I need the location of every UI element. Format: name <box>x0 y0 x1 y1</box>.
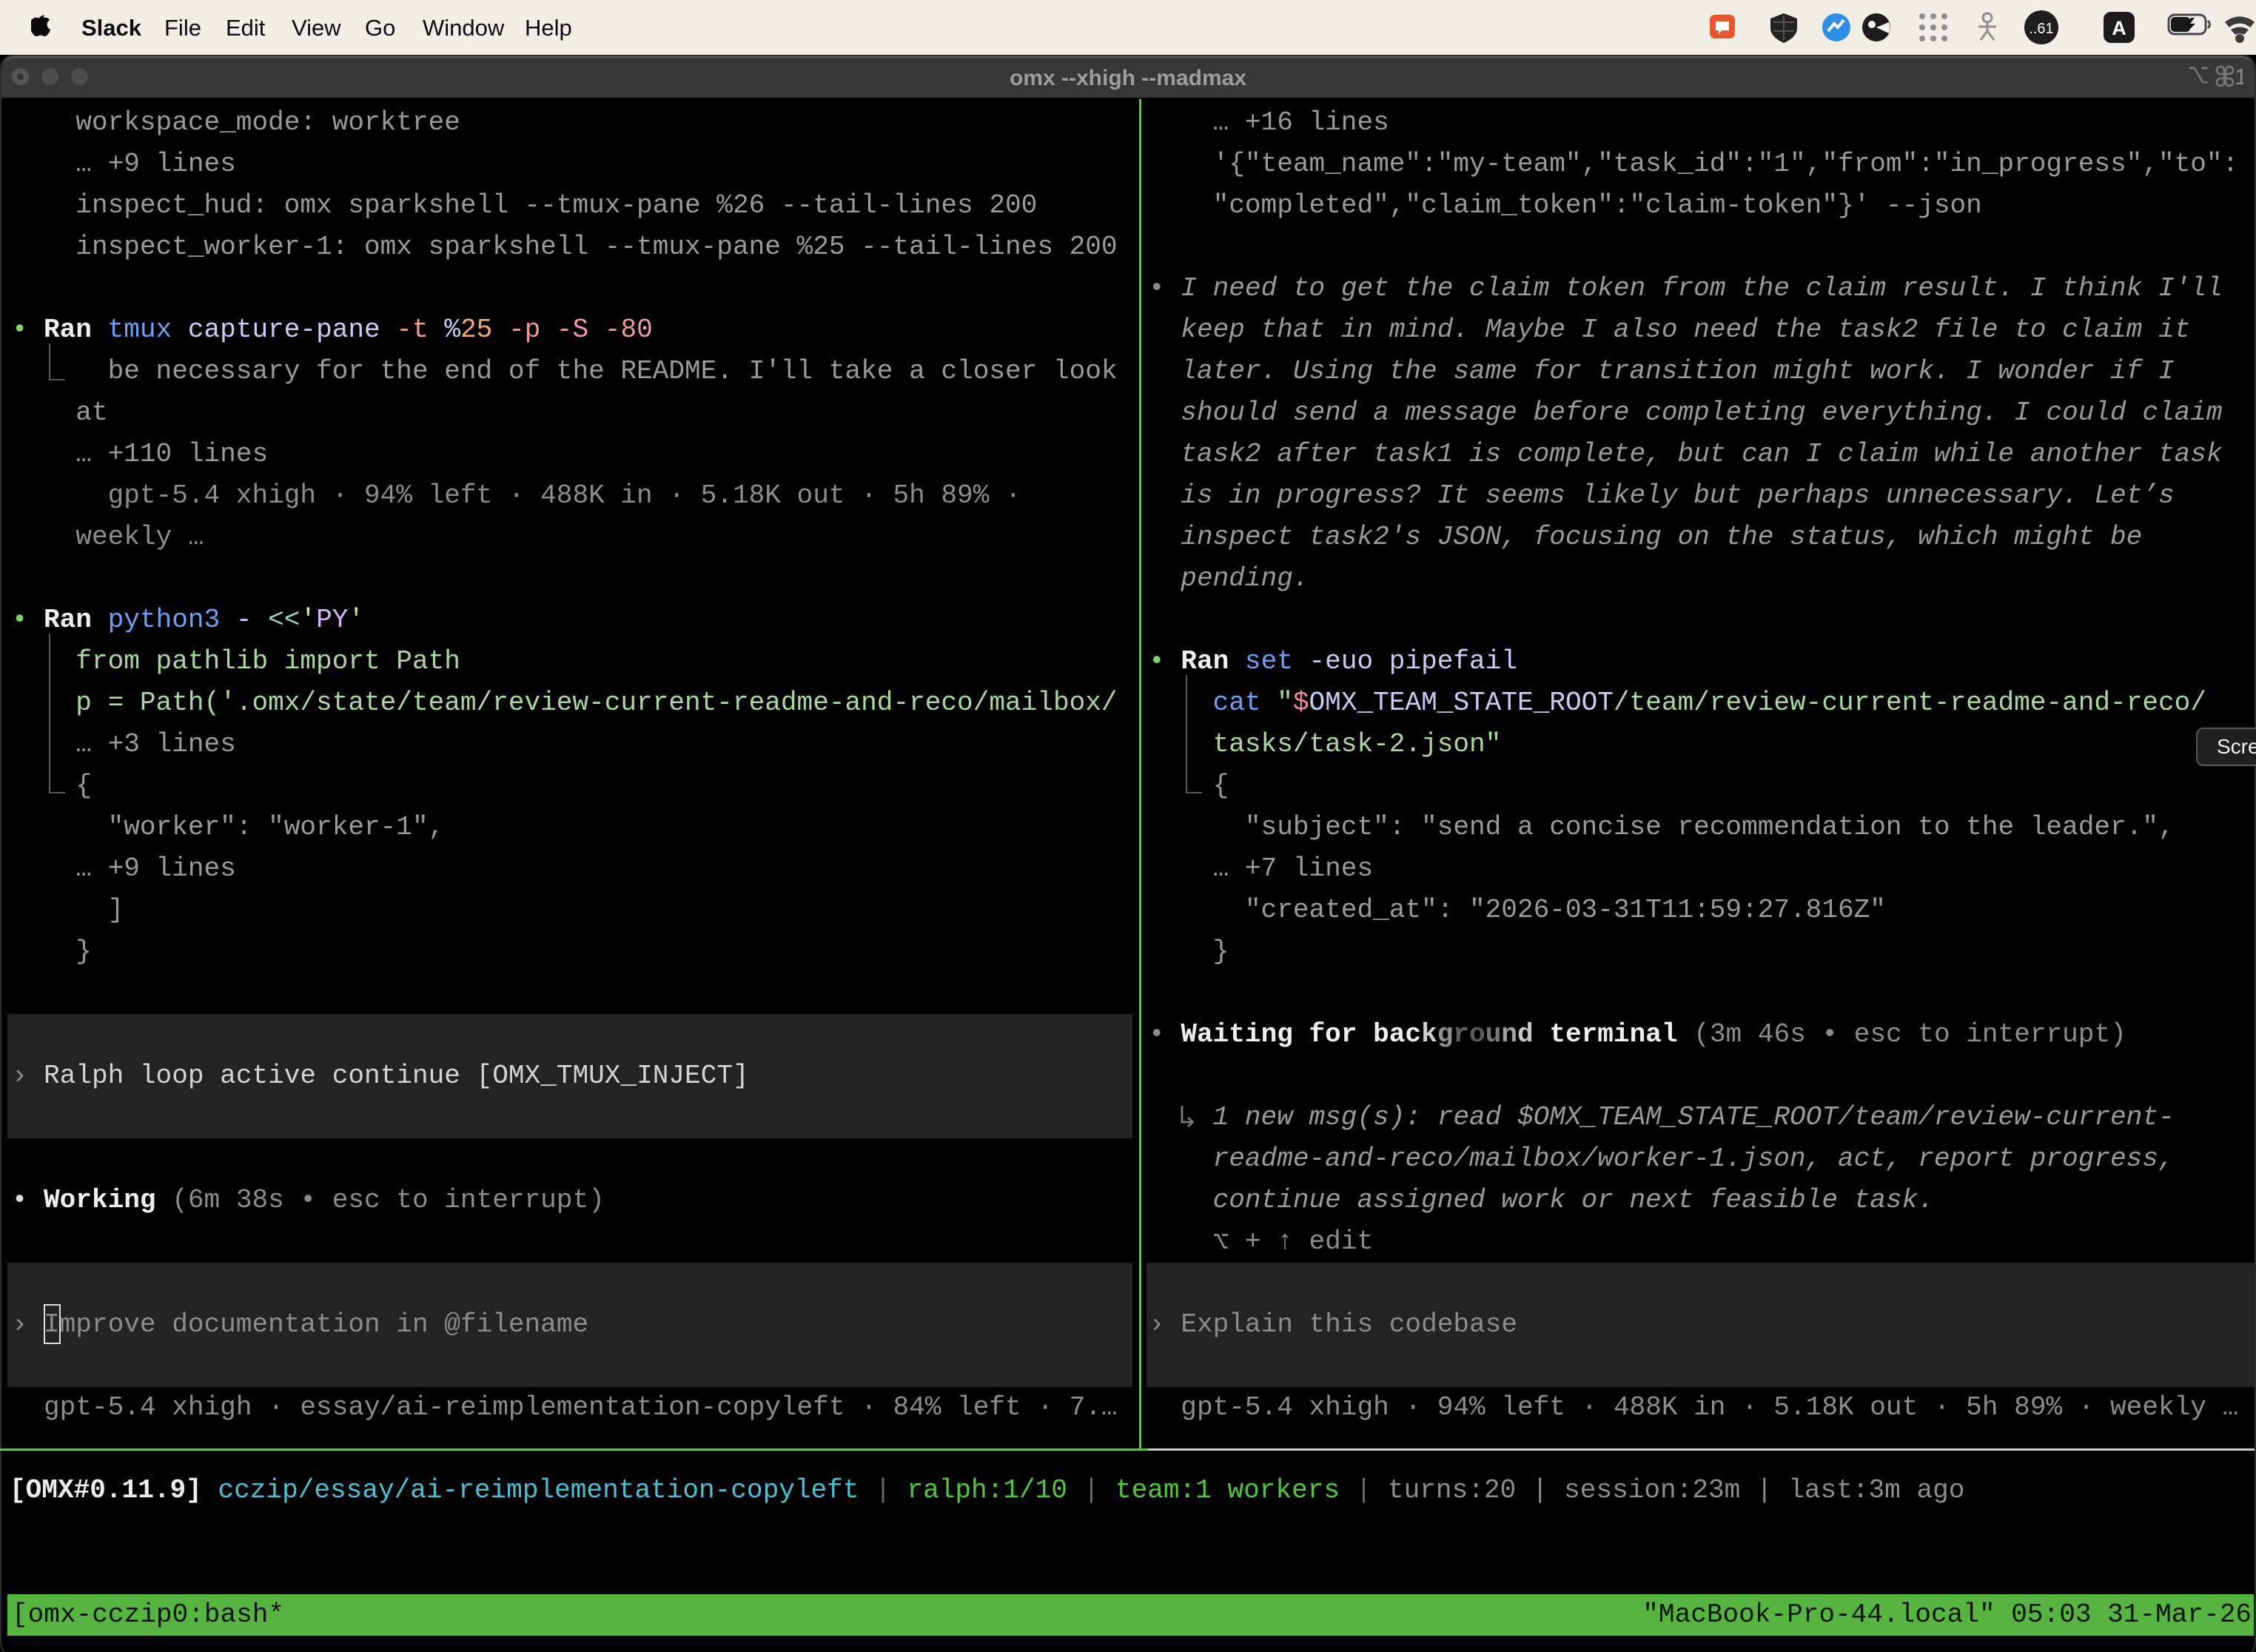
svg-text:A: A <box>2112 17 2126 39</box>
svg-text:1: 1 <box>2235 64 2243 90</box>
svg-text:..61: ..61 <box>2029 21 2053 37</box>
